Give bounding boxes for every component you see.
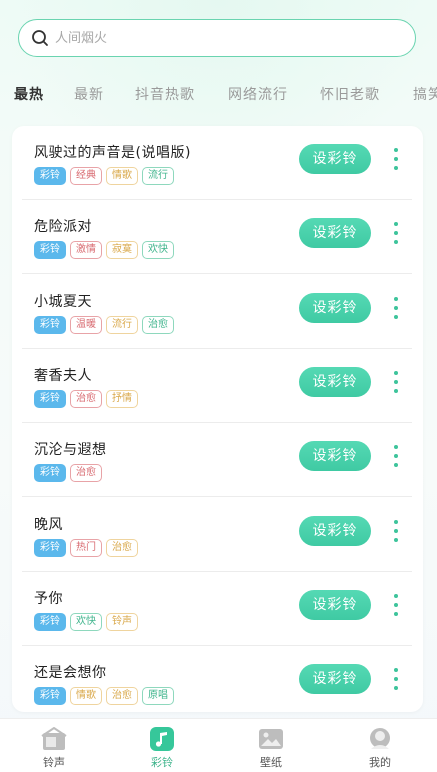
- ringtone-badge: 彩铃: [34, 464, 66, 483]
- song-title: 予你: [34, 590, 63, 607]
- tag: 治愈: [70, 464, 102, 483]
- tag: 原唱: [142, 687, 174, 706]
- song-row[interactable]: 风驶过的声音是(说唱版) 彩铃 经典 情歌 流行 设彩铃: [22, 126, 412, 200]
- tag: 情歌: [70, 687, 102, 706]
- tab-douyin-hits[interactable]: 抖音热歌: [135, 84, 195, 104]
- set-ringtone-button[interactable]: 设彩铃: [299, 515, 371, 546]
- category-tabs: 最热 最新 抖音热歌 网络流行 怀旧老歌 搞笑: [0, 80, 437, 108]
- tag-list: 彩铃 情歌 治愈 原唱: [34, 687, 174, 706]
- nav-label: 彩铃: [151, 756, 173, 769]
- ringtone-badge: 彩铃: [34, 167, 66, 185]
- more-options-icon[interactable]: [388, 369, 404, 395]
- song-list: 风驶过的声音是(说唱版) 彩铃 经典 情歌 流行 设彩铃 危险派对 彩铃 激情 寂寞 欢快 设彩铃 小城…: [12, 126, 423, 712]
- tag: 情歌: [106, 167, 138, 185]
- ringtone-badge: 彩铃: [34, 538, 66, 557]
- song-row[interactable]: 沉沦与遐想彩铃 治愈 设彩铃: [22, 423, 412, 498]
- set-ringtone-button[interactable]: 设彩铃: [299, 589, 371, 620]
- nav-label: 壁纸: [260, 756, 282, 769]
- set-ringtone-button[interactable]: 设彩铃: [299, 441, 371, 472]
- tag: 治愈: [142, 315, 174, 334]
- song-title: 危险派对: [34, 219, 92, 236]
- tag: 欢快: [142, 241, 174, 260]
- tab-hottest[interactable]: 最热: [14, 84, 44, 104]
- nav-label: 我的: [369, 756, 391, 769]
- tag: 流行: [106, 315, 138, 334]
- image-icon: [259, 729, 283, 749]
- nav-label: 铃声: [43, 756, 65, 769]
- song-title: 小城夏天: [34, 293, 92, 310]
- tag: 抒情: [106, 389, 138, 408]
- set-ringtone-button[interactable]: 设彩铃: [299, 664, 371, 695]
- tab-funny[interactable]: 搞笑: [413, 84, 437, 104]
- set-ringtone-button[interactable]: 设彩铃: [299, 144, 371, 174]
- nav-item-wallpaper[interactable]: 壁纸: [241, 719, 301, 772]
- house-icon: [41, 727, 67, 750]
- more-options-icon[interactable]: [388, 518, 404, 544]
- tab-internet-popular[interactable]: 网络流行: [228, 84, 288, 104]
- tag: 治愈: [70, 389, 102, 408]
- tag: 寂寞: [106, 241, 138, 260]
- song-title: 还是会想你: [34, 665, 107, 682]
- set-ringtone-button[interactable]: 设彩铃: [299, 292, 371, 323]
- song-row[interactable]: 还是会想你彩铃 情歌 治愈 原唱 设彩铃: [22, 646, 412, 712]
- song-title: 沉沦与遐想: [34, 442, 107, 459]
- song-title: 风驶过的声音是(说唱版): [34, 145, 191, 161]
- nav-item-mine[interactable]: 我的: [350, 719, 410, 772]
- tag-list: 彩铃 热门 治愈: [34, 538, 138, 557]
- tag: 激情: [70, 241, 102, 260]
- song-row[interactable]: 小城夏天彩铃 温暖 流行 治愈 设彩铃: [22, 275, 412, 349]
- more-options-icon[interactable]: [388, 443, 404, 469]
- more-options-icon[interactable]: [388, 666, 404, 692]
- ringtone-badge: 彩铃: [34, 612, 66, 631]
- more-options-icon[interactable]: [388, 592, 404, 618]
- tag-list: 彩铃 经典 情歌 流行: [34, 167, 174, 185]
- ringtone-badge: 彩铃: [34, 315, 66, 334]
- tag-list: 彩铃 治愈: [34, 464, 102, 483]
- search-bar[interactable]: [18, 19, 416, 57]
- song-title: 奢香夫人: [34, 367, 92, 384]
- search-icon: [32, 30, 48, 46]
- ringtone-badge: 彩铃: [34, 687, 66, 706]
- search-input[interactable]: [55, 30, 375, 46]
- tag: 铃声: [106, 612, 138, 631]
- tag: 欢快: [70, 612, 102, 631]
- set-ringtone-button[interactable]: 设彩铃: [299, 218, 371, 249]
- song-row[interactable]: 晚风彩铃 热门 治愈 设彩铃: [22, 498, 412, 572]
- tag: 治愈: [106, 687, 138, 706]
- tag: 温暖: [70, 315, 102, 334]
- tag-list: 彩铃 治愈 抒情: [34, 389, 138, 408]
- more-options-icon[interactable]: [388, 146, 404, 172]
- ringtone-badge: 彩铃: [34, 389, 66, 408]
- nav-item-ringtone[interactable]: 铃声: [24, 719, 84, 772]
- more-options-icon[interactable]: [388, 295, 404, 321]
- set-ringtone-button[interactable]: 设彩铃: [299, 366, 371, 397]
- music-note-icon: [150, 727, 174, 751]
- song-row[interactable]: 予你彩铃 欢快 铃声 设彩铃: [22, 572, 412, 646]
- ringtone-badge: 彩铃: [34, 241, 66, 260]
- tag: 流行: [142, 167, 174, 185]
- tag-list: 彩铃 激情 寂寞 欢快: [34, 241, 174, 260]
- song-row[interactable]: 危险派对彩铃 激情 寂寞 欢快 设彩铃: [22, 200, 412, 275]
- tag: 热门: [70, 538, 102, 557]
- bottom-nav: 铃声 彩铃 壁纸 我的: [0, 718, 437, 772]
- profile-icon: [370, 728, 390, 749]
- nav-item-color-ringtone[interactable]: 彩铃: [132, 719, 192, 772]
- tag: 治愈: [106, 538, 138, 557]
- tag: 经典: [70, 167, 102, 185]
- tag-list: 彩铃 温暖 流行 治愈: [34, 315, 174, 334]
- more-options-icon[interactable]: [388, 220, 404, 246]
- song-row[interactable]: 奢香夫人彩铃 治愈 抒情 设彩铃: [22, 349, 412, 423]
- tag-list: 彩铃 欢快 铃声: [34, 612, 138, 631]
- tab-classic-oldies[interactable]: 怀旧老歌: [320, 84, 380, 104]
- song-title: 晚风: [34, 516, 63, 533]
- tab-newest[interactable]: 最新: [74, 84, 104, 104]
